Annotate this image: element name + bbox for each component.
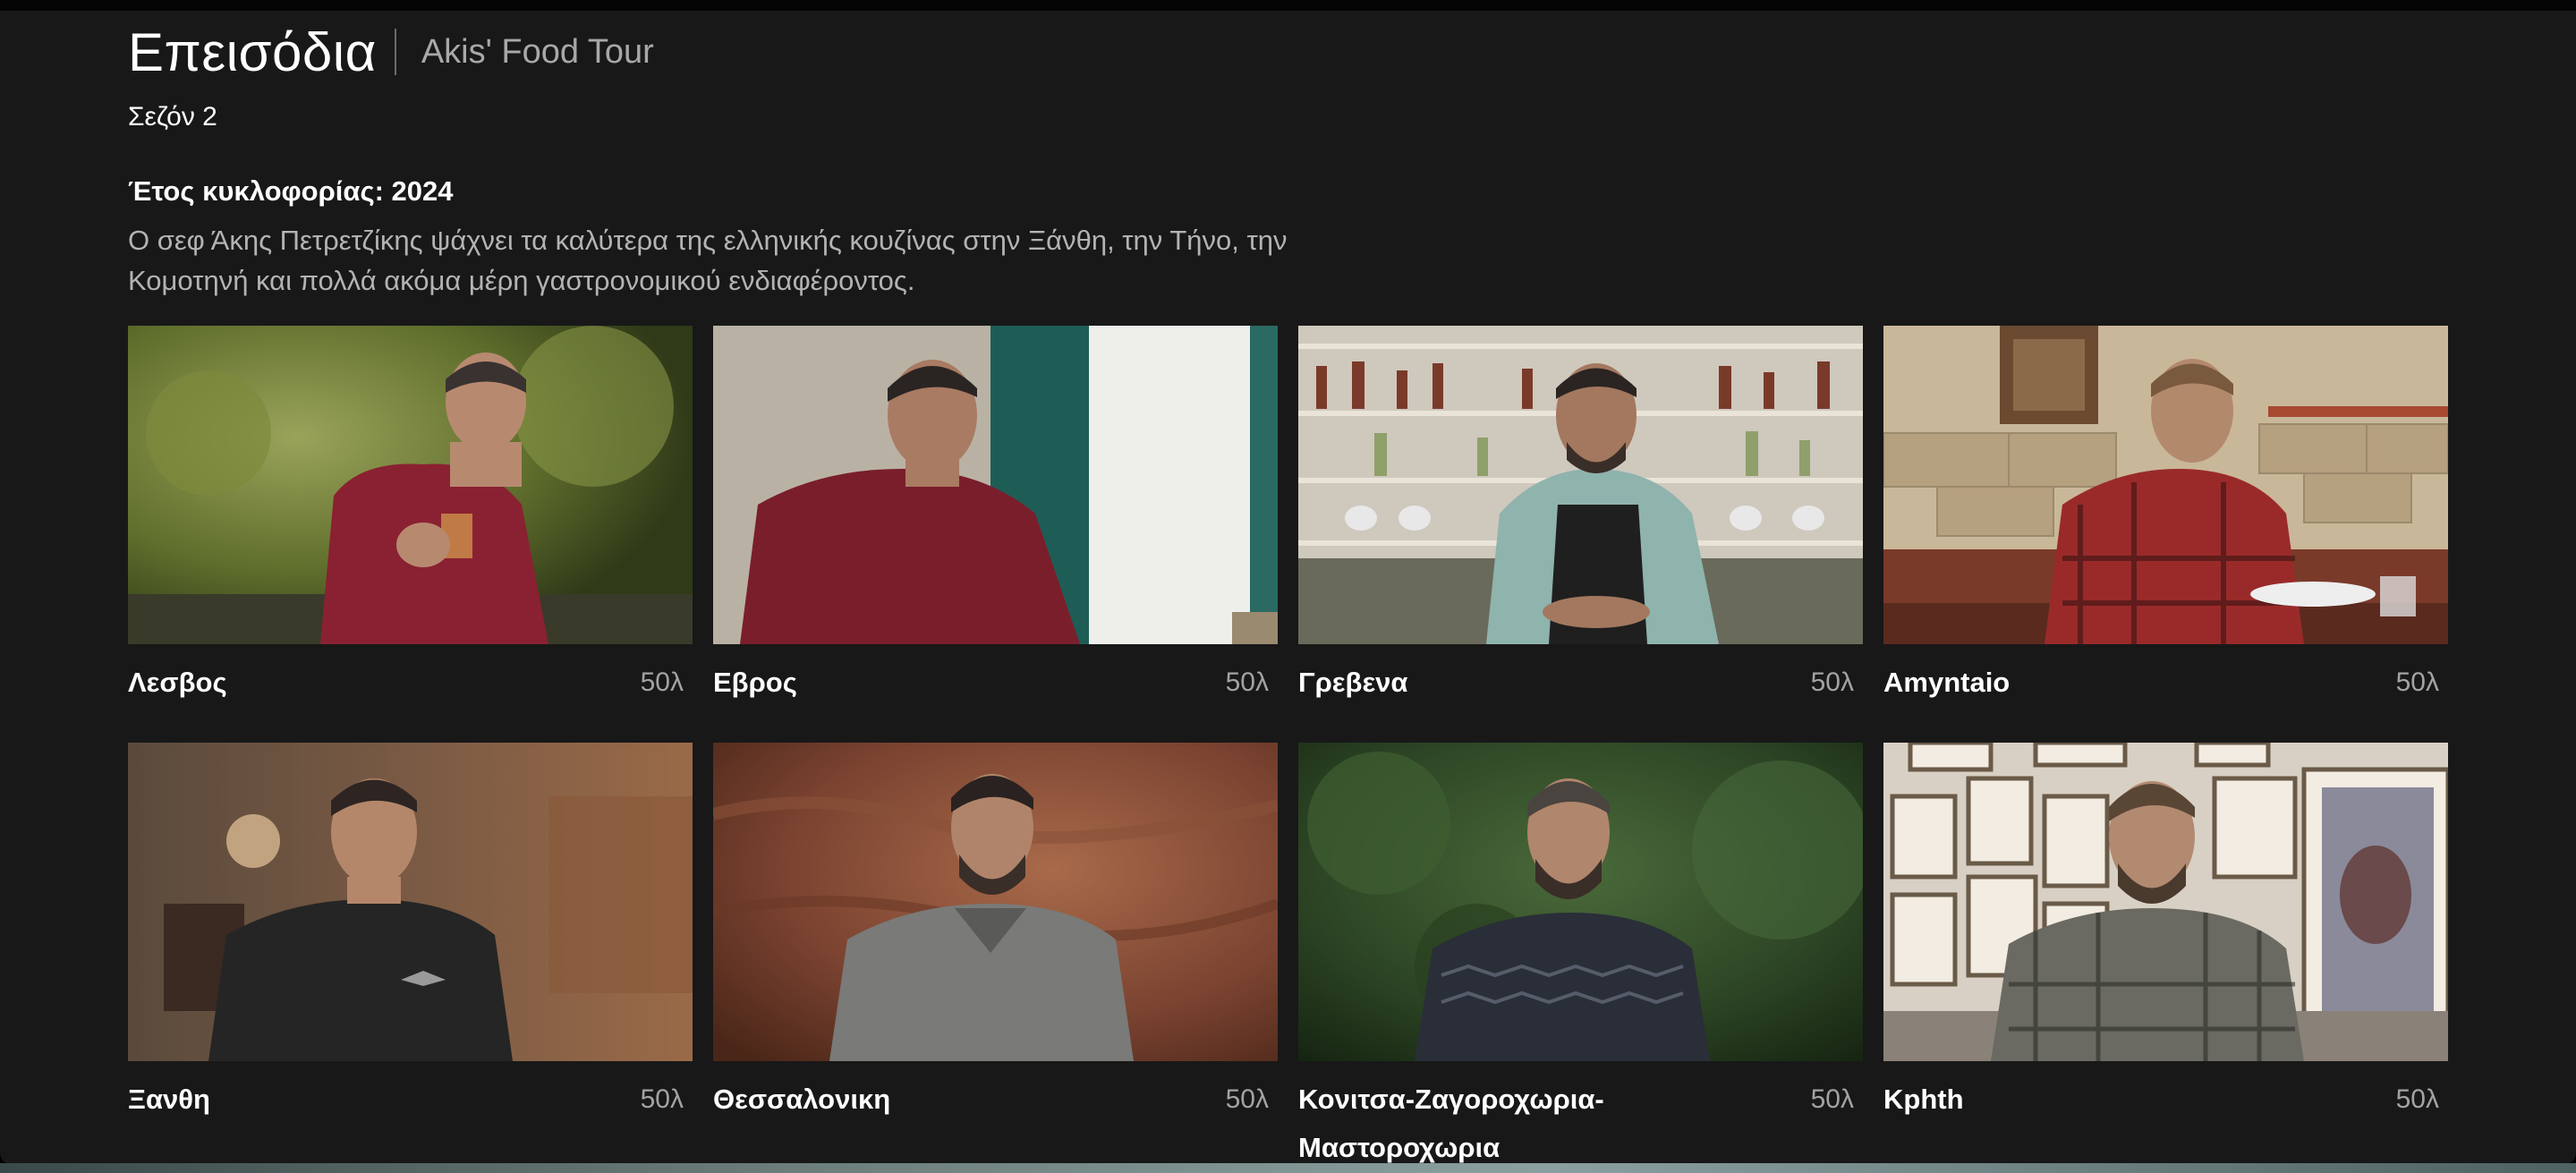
episode-card[interactable]: Εβρος 50λ [713,326,1278,743]
episode-thumbnail[interactable] [128,743,693,1061]
episode-info: Λεσβος 50λ [128,659,693,707]
episode-title: Λεσβος [128,667,227,698]
episode-thumbnail[interactable] [1883,326,2448,644]
episode-card[interactable]: Amyntaio 50λ [1883,326,2448,743]
release-year: Έτος κυκλοφορίας: 2024 [128,175,454,207]
episode-grid: Λεσβος 50λ Εβρος 50λ Γρεβενα 50λ Amyntai… [128,326,2448,1163]
episode-info: Γρεβενα 50λ [1298,659,1863,707]
episode-title: Θεσσαλονικη [713,1084,891,1115]
episode-info: Κονιτσα-Ζαγοροχωρια-Μαστοροχωρια 50λ [1298,1075,1863,1165]
episodes-header: Επεισόδια Akis' Food Tour [128,16,654,88]
episode-title: Amyntaio [1883,667,2011,698]
episode-thumbnail[interactable] [1298,743,1863,1061]
episode-thumbnail[interactable] [128,326,693,644]
episode-info: Θεσσαλονικη 50λ [713,1075,1278,1124]
episode-info: Εβρος 50λ [713,659,1278,707]
episode-duration: 50λ [1225,1084,1269,1114]
episode-card[interactable]: Θεσσαλονικη 50λ [713,743,1278,1160]
episode-info: Ξανθη 50λ [128,1075,693,1124]
episode-duration: 50λ [1810,667,1854,697]
episode-thumbnail[interactable] [713,326,1278,644]
episode-duration: 50λ [1810,1084,1854,1114]
episode-card[interactable]: Λεσβος 50λ [128,326,693,743]
episode-duration: 50λ [2395,667,2439,697]
episode-title: Ξανθη [128,1084,210,1115]
title-divider [394,29,396,75]
episode-thumbnail[interactable] [1298,326,1863,644]
episode-duration: 50λ [2395,1084,2439,1114]
episode-duration: 50λ [640,1084,684,1114]
episode-thumbnail[interactable] [713,743,1278,1061]
episode-card[interactable]: Γρεβενα 50λ [1298,326,1863,743]
episode-thumbnail[interactable] [1883,743,2448,1061]
window-top-bar [0,0,2576,11]
episode-info: Amyntaio 50λ [1883,659,2448,707]
episode-title: Κονιτσα-Ζαγοροχωρια-Μαστοροχωρια [1298,1084,1604,1163]
episode-duration: 50λ [640,667,684,697]
episode-title: Εβρος [713,667,797,698]
background-edge [0,1163,2576,1173]
page-title: Επεισόδια [128,21,377,82]
season-label: Σεζόν 2 [128,102,217,132]
episodes-panel: Επεισόδια Akis' Food Tour Σεζόν 2 Έτος κ… [0,11,2576,1165]
episode-title: Kphth [1883,1084,1964,1115]
episode-duration: 50λ [1225,667,1269,697]
episode-card[interactable]: Κονιτσα-Ζαγοροχωρια-Μαστοροχωρια 50λ [1298,743,1863,1163]
episode-card[interactable]: Kphth 50λ [1883,743,2448,1160]
show-name: Akis' Food Tour [421,32,654,71]
episode-info: Kphth 50λ [1883,1075,2448,1124]
episode-card[interactable]: Ξανθη 50λ [128,743,693,1160]
episode-title: Γρεβενα [1298,667,1408,698]
season-description: Ο σεφ Άκης Πετρετζίκης ψάχνει τα καλύτερ… [128,225,1288,296]
